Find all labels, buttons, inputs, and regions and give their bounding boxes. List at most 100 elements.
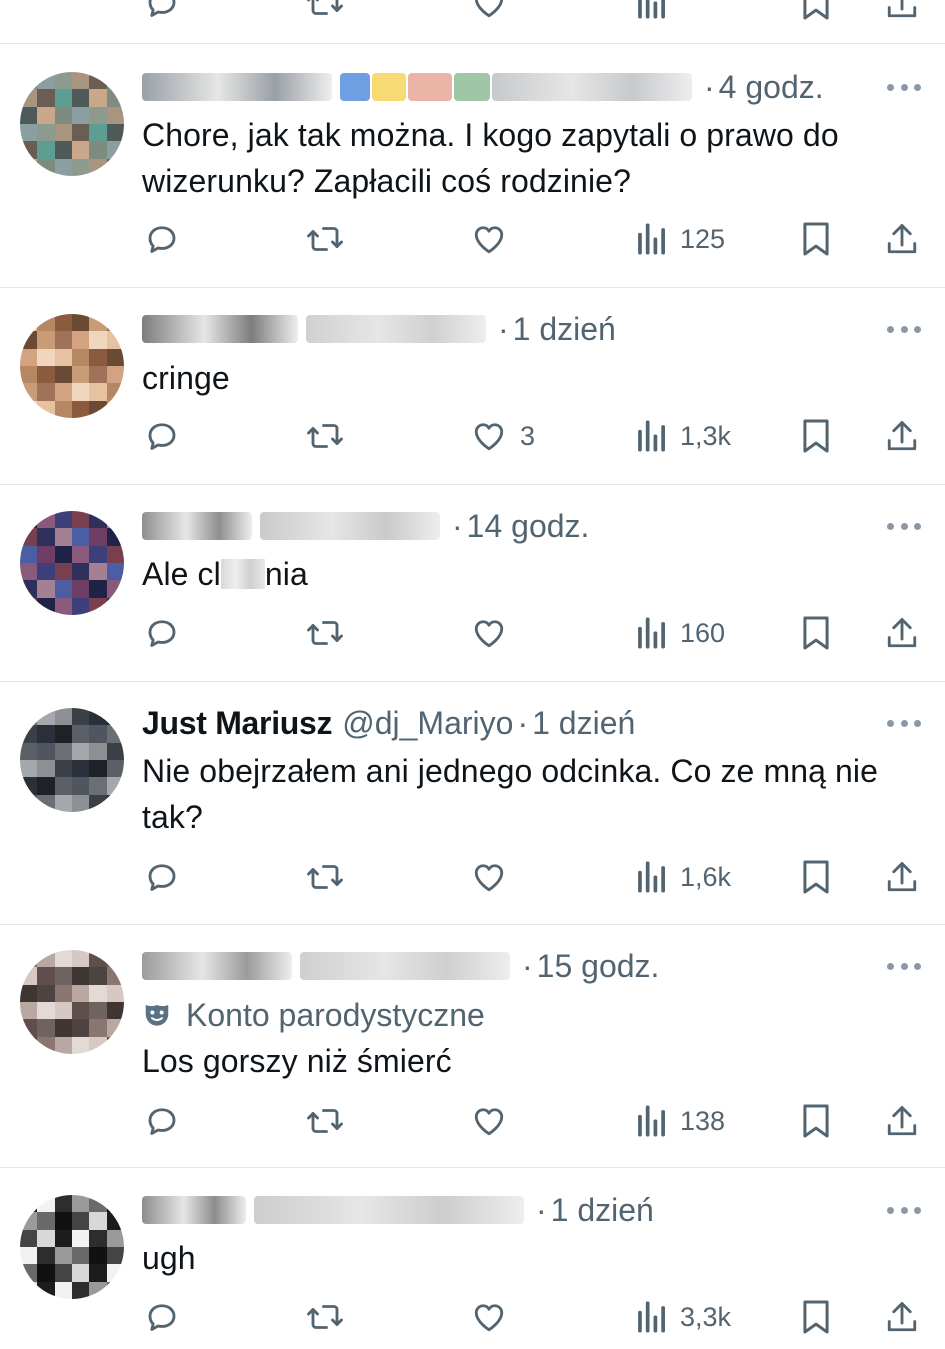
blurred-handle xyxy=(492,73,692,101)
more-icon[interactable] xyxy=(887,718,921,728)
blurred-emoji xyxy=(340,73,370,101)
views-count: 138 xyxy=(680,1105,726,1136)
views-count: 1,3k xyxy=(680,420,732,451)
reply-icon xyxy=(144,859,180,895)
bookmark-icon xyxy=(800,858,832,896)
retweet-icon xyxy=(305,1103,345,1139)
retweet-icon xyxy=(305,615,345,651)
share-button[interactable] xyxy=(884,214,920,264)
more-icon[interactable] xyxy=(887,324,921,334)
retweet-button[interactable] xyxy=(305,1096,345,1146)
like-icon[interactable] xyxy=(470,0,508,28)
views-button[interactable]: 3,3k xyxy=(636,1292,731,1342)
share-button[interactable] xyxy=(884,411,920,461)
views-icon xyxy=(636,1104,668,1138)
parody-label-text: Konto parodystyczne xyxy=(186,996,485,1033)
views-button[interactable]: 160 xyxy=(636,608,725,658)
tweet-actions: 3,3k xyxy=(0,1292,945,1342)
timestamp[interactable]: 4 godz. xyxy=(719,69,824,106)
retweet-icon xyxy=(305,221,345,257)
tweet-text: Nie obejrzałem ani jednego odcinka. Co z… xyxy=(142,753,878,835)
bookmark-icon[interactable] xyxy=(800,0,832,28)
views-button[interactable]: 125 xyxy=(636,214,725,264)
like-icon xyxy=(470,615,508,651)
blurred-display-name xyxy=(142,952,292,980)
avatar[interactable] xyxy=(20,708,124,812)
blurred-display-name xyxy=(142,512,252,540)
bookmark-button[interactable] xyxy=(800,1096,832,1146)
user-handle[interactable]: @dj_Mariyo xyxy=(342,705,513,742)
views-button[interactable]: 1,6k xyxy=(636,852,731,902)
timestamp[interactable]: 15 godz. xyxy=(537,948,660,985)
retweet-button[interactable] xyxy=(305,608,345,658)
timestamp[interactable]: 1 dzień xyxy=(513,311,616,348)
avatar[interactable] xyxy=(20,314,124,418)
reply-icon xyxy=(144,615,180,651)
bookmark-button[interactable] xyxy=(800,608,832,658)
tweet-header: · 14 godz. xyxy=(142,503,589,549)
reply-icon xyxy=(144,1103,180,1139)
bookmark-button[interactable] xyxy=(800,1292,832,1342)
timestamp[interactable]: 1 dzień xyxy=(551,1192,654,1229)
share-button[interactable] xyxy=(884,608,920,658)
blurred-emoji xyxy=(372,73,406,101)
tweet-text: Chore, jak tak można. I kogo zapytali o … xyxy=(142,117,839,199)
timestamp[interactable]: 1 dzień xyxy=(532,705,635,742)
like-button[interactable] xyxy=(470,608,508,658)
blurred-display-name xyxy=(142,315,298,343)
blurred-handle xyxy=(300,952,510,980)
reply-button[interactable] xyxy=(144,411,180,461)
avatar[interactable] xyxy=(20,950,124,1054)
retweet-button[interactable] xyxy=(305,214,345,264)
bookmark-button[interactable] xyxy=(800,411,832,461)
share-icon xyxy=(884,858,920,896)
more-icon[interactable] xyxy=(887,961,921,971)
reply-button[interactable] xyxy=(144,1096,180,1146)
views-button[interactable]: 1,3k xyxy=(636,411,731,461)
retweet-button[interactable] xyxy=(305,1292,345,1342)
bookmark-icon xyxy=(800,1102,832,1140)
tweet-actions: 138 xyxy=(0,1096,945,1146)
dot-separator: · xyxy=(704,68,715,105)
reply-icon[interactable] xyxy=(144,0,180,28)
share-button[interactable] xyxy=(884,852,920,902)
reply-button[interactable] xyxy=(144,1292,180,1342)
retweet-button[interactable] xyxy=(305,852,345,902)
retweet-button[interactable] xyxy=(305,411,345,461)
avatar[interactable] xyxy=(20,72,124,176)
like-button[interactable] xyxy=(470,1096,508,1146)
bookmark-button[interactable] xyxy=(800,852,832,902)
avatar[interactable] xyxy=(20,1195,124,1299)
tweet-header: · 1 dzień xyxy=(142,306,616,352)
reply-icon xyxy=(144,418,180,454)
more-icon[interactable] xyxy=(887,521,921,531)
share-button[interactable] xyxy=(884,1292,920,1342)
retweet-icon xyxy=(305,1299,345,1335)
timestamp[interactable]: 14 godz. xyxy=(467,508,590,545)
more-icon[interactable] xyxy=(887,1205,921,1215)
previous-tweet-actions xyxy=(0,0,945,24)
share-icon xyxy=(884,1102,920,1140)
display-name[interactable]: Just Mariusz xyxy=(142,705,333,742)
like-button[interactable]: 3 xyxy=(470,411,535,461)
bookmark-icon xyxy=(800,1298,832,1336)
parody-mask-icon xyxy=(142,1000,186,1030)
tweet-text-end: nia xyxy=(264,556,308,592)
reply-button[interactable] xyxy=(144,852,180,902)
like-button[interactable] xyxy=(470,1292,508,1342)
tweet-text: Los gorszy niż śmierć xyxy=(142,1043,452,1079)
bookmark-button[interactable] xyxy=(800,214,832,264)
more-icon[interactable] xyxy=(887,82,921,92)
like-button[interactable] xyxy=(470,852,508,902)
avatar[interactable] xyxy=(20,511,124,615)
like-button[interactable] xyxy=(470,214,508,264)
share-button[interactable] xyxy=(884,1096,920,1146)
views-icon[interactable] xyxy=(636,0,668,28)
reply-button[interactable] xyxy=(144,214,180,264)
reply-icon xyxy=(144,1299,180,1335)
share-icon[interactable] xyxy=(884,0,920,28)
retweet-icon[interactable] xyxy=(305,0,345,28)
bookmark-icon xyxy=(800,220,832,258)
views-button[interactable]: 138 xyxy=(636,1096,725,1146)
reply-button[interactable] xyxy=(144,608,180,658)
